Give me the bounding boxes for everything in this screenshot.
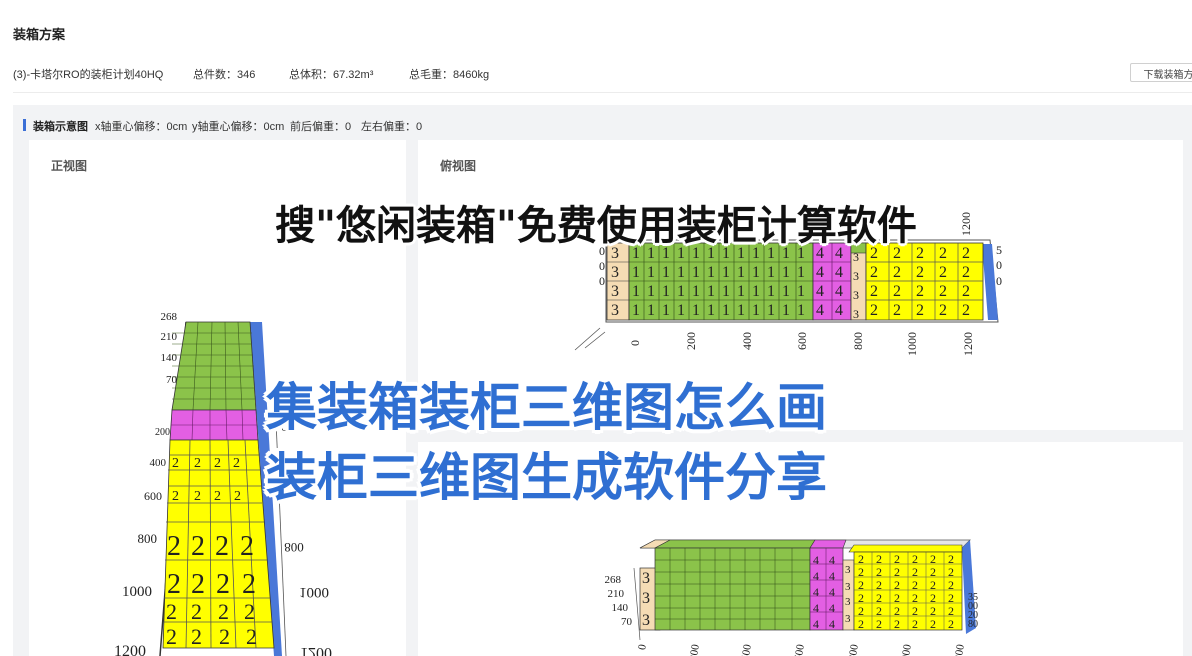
box-label: 2 (930, 617, 936, 631)
box-label: 2 (858, 617, 864, 631)
iso-view-chart: 3334 44 44 44 44 433332 2 2 2 2 22 2 2 2 2 22 2 2 2 2 22 2 2 2 2… (605, 539, 978, 656)
box-label: 4 (813, 585, 819, 599)
box-label: 2 (912, 578, 918, 592)
box-label: 4 (813, 553, 819, 567)
box-label: 4 (813, 617, 819, 631)
box-label: 4 (829, 617, 835, 631)
box-label: 2 (858, 552, 864, 566)
box-label: 2 (948, 604, 954, 618)
box-label: 2 (876, 604, 882, 618)
overlay-search-caption: 搜"悠闲装箱"免费使用装柜计算软件 (275, 203, 917, 249)
box-label: 2 (930, 578, 936, 592)
box-label: 2 (894, 617, 900, 631)
tick-label: 1000 (898, 643, 914, 656)
iso-left-axis (633, 567, 641, 641)
iso-right-ticks: 35 00 20 80 (968, 592, 978, 630)
box-label: 4 (813, 601, 819, 615)
box-label: 2 (858, 591, 864, 605)
tick-label: 210 (608, 588, 625, 600)
box-label: 3 (642, 570, 650, 587)
box-label: 3 (642, 590, 650, 607)
box-label: 2 (876, 591, 882, 605)
box-label: 2 (948, 578, 954, 592)
iso-left-ticks: 268 210 140 70 (605, 574, 633, 628)
box-label: 2 (912, 617, 918, 631)
box-label: 2 (912, 604, 918, 618)
iso-magenta-top (809, 539, 847, 549)
tick-label: 200 (687, 643, 702, 656)
box-label: 3 (845, 564, 851, 576)
iso-green-top (654, 539, 816, 549)
tick-label: 70 (621, 616, 633, 628)
box-label: 2 (894, 604, 900, 618)
iso-green-zone (654, 547, 811, 631)
box-label: 2 (894, 552, 900, 566)
box-label: 3 (845, 613, 851, 625)
box-label: 2 (948, 617, 954, 631)
box-label: 2 (912, 565, 918, 579)
box-label: 3 (642, 612, 650, 629)
box-label: 2 (930, 604, 936, 618)
box-label: 2 (912, 552, 918, 566)
box-label: 2 (894, 591, 900, 605)
box-label: 4 (829, 585, 835, 599)
box-label: 4 (829, 601, 835, 615)
box-label: 2 (876, 578, 882, 592)
box-label: 2 (948, 552, 954, 566)
tick-label: 800 (846, 643, 861, 656)
box-label: 2 (876, 565, 882, 579)
box-label: 2 (930, 552, 936, 566)
iso-bottom-ticks: 0 200 400 600 800 1000 1200 (636, 643, 967, 656)
tick-label: 1200 (951, 643, 967, 656)
box-label: 2 (894, 578, 900, 592)
box-label: 4 (829, 553, 835, 567)
box-label: 2 (930, 591, 936, 605)
tick-label: 140 (612, 602, 629, 614)
box-label: 2 (858, 604, 864, 618)
tick-label: 400 (739, 643, 754, 656)
box-label: 3 (845, 596, 851, 608)
box-label: 3 (845, 581, 851, 593)
tick-label: 600 (792, 643, 807, 656)
box-label: 2 (912, 591, 918, 605)
box-label: 2 (876, 617, 882, 631)
box-label: 2 (948, 565, 954, 579)
iso-yellow-top (848, 544, 963, 553)
box-label: 2 (894, 565, 900, 579)
box-label: 2 (930, 565, 936, 579)
overlay-title-line-2: 装柜三维图生成软件分享 (266, 449, 828, 508)
tick-label: 80 (968, 619, 978, 630)
tick-label: 0 (636, 643, 649, 651)
box-label: 4 (829, 569, 835, 583)
box-label: 4 (813, 569, 819, 583)
tick-label: 268 (605, 574, 622, 586)
box-label: 2 (876, 552, 882, 566)
overlay-title-line-1: 集装箱装柜三维图怎么画 (266, 379, 828, 438)
box-label: 2 (858, 578, 864, 592)
box-label: 2 (858, 565, 864, 579)
box-label: 2 (948, 591, 954, 605)
